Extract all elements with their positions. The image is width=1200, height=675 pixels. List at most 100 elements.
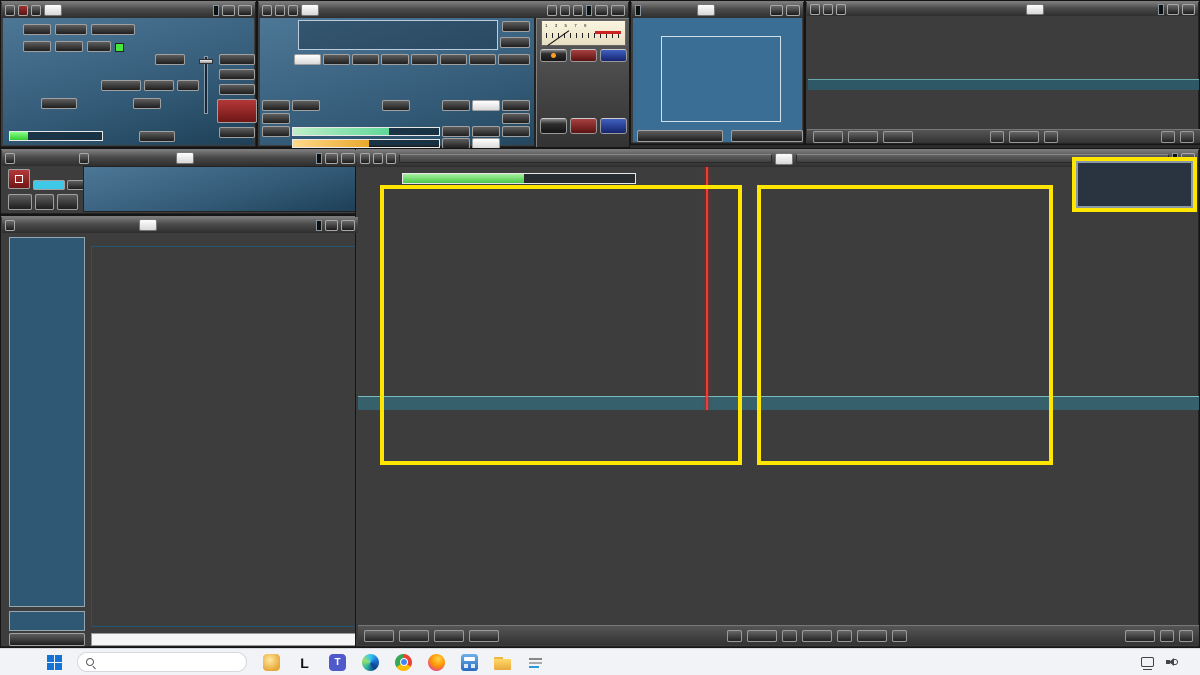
enter-key[interactable] <box>600 118 627 134</box>
dab-button[interactable] <box>177 80 199 91</box>
mainsp-freq-scale[interactable] <box>358 396 1199 410</box>
snip-tool-icon[interactable] <box>527 654 544 671</box>
mainsp-sp-button[interactable] <box>364 630 394 642</box>
screenshot-button[interactable] <box>386 153 396 164</box>
mctr-button[interactable] <box>560 5 570 16</box>
aux-sp-button[interactable] <box>813 131 843 143</box>
opt-button[interactable] <box>23 24 51 35</box>
aux-zoom-in-button[interactable] <box>1044 131 1058 143</box>
agc-off-button[interactable] <box>442 126 470 137</box>
aux-zoom-out-button[interactable] <box>990 131 1004 143</box>
mainsp-spwf-button[interactable] <box>434 630 464 642</box>
scanner-minimize-button[interactable] <box>325 153 338 164</box>
qmr-button[interactable] <box>292 100 320 111</box>
mode-digital[interactable] <box>498 54 530 65</box>
clear-key[interactable] <box>570 118 597 134</box>
mainsp-sett-button[interactable] <box>360 153 370 164</box>
nch3-button[interactable] <box>502 100 530 111</box>
main-ma-button[interactable] <box>18 5 28 16</box>
mode-dsb[interactable] <box>411 54 438 65</box>
aux-info-button[interactable] <box>1161 131 1175 143</box>
mode-fm[interactable] <box>352 54 379 65</box>
volume-icon[interactable] <box>1166 657 1178 667</box>
eq-out-button[interactable] <box>500 37 530 48</box>
bias-t-button[interactable] <box>41 98 77 109</box>
lo-lock-button[interactable] <box>219 84 255 95</box>
sdruno-app-icon[interactable]: L <box>296 654 313 671</box>
agc-fast-button[interactable] <box>472 126 500 137</box>
calculator-icon[interactable] <box>461 654 478 671</box>
sbw-right-button[interactable] <box>892 630 907 642</box>
rx-sett-button[interactable] <box>262 5 272 16</box>
bands-button[interactable] <box>570 49 597 62</box>
scanner-close-button[interactable] <box>341 153 355 164</box>
chrome-icon[interactable] <box>395 654 412 671</box>
aux-fmaf-button[interactable] <box>836 4 846 15</box>
aux-minimize-button[interactable] <box>1167 4 1179 15</box>
mem-table[interactable] <box>91 246 357 627</box>
sp2-button[interactable] <box>55 41 83 52</box>
rf-gain-thumb[interactable] <box>199 59 213 64</box>
band-dot-button[interactable] <box>540 49 567 62</box>
rx-minimize-button[interactable] <box>595 5 608 16</box>
scheduler-button[interactable] <box>91 24 135 35</box>
nsoff-button[interactable] <box>472 100 500 111</box>
start-button[interactable] <box>46 654 63 671</box>
nch4-button[interactable] <box>502 113 530 124</box>
scan-range-button[interactable] <box>33 180 65 190</box>
main-plugins-button[interactable] <box>31 5 41 16</box>
rms-button[interactable] <box>502 21 530 32</box>
mainsp-spectrum[interactable] <box>358 167 1199 396</box>
mw-key[interactable] <box>540 118 567 134</box>
firefox-icon[interactable] <box>428 654 445 671</box>
search-input[interactable] <box>77 652 247 672</box>
rf-gain-track[interactable] <box>204 56 208 114</box>
scanner-stop-button[interactable] <box>8 169 30 189</box>
vfo-button[interactable] <box>802 630 832 642</box>
mode-lsb[interactable] <box>440 54 467 65</box>
add-lockout-button[interactable] <box>79 153 89 164</box>
mainsp-wf-button[interactable] <box>399 630 429 642</box>
load-plugins-button[interactable] <box>731 130 803 142</box>
mode-usb[interactable] <box>469 54 496 65</box>
store-button[interactable] <box>5 220 15 231</box>
aux-freq-scale[interactable] <box>808 79 1199 90</box>
scan-button[interactable] <box>55 24 87 35</box>
decimation-value[interactable] <box>155 54 185 65</box>
aux-waterfall[interactable] <box>808 90 1199 131</box>
if-mode-button[interactable] <box>133 98 161 109</box>
mainsp-resize-handle[interactable] <box>1179 630 1193 642</box>
stop-button[interactable] <box>217 99 257 123</box>
sp1-button[interactable] <box>23 41 51 52</box>
mainsp-info-button[interactable] <box>1160 630 1174 642</box>
frequency-display[interactable] <box>298 20 498 50</box>
nr-button[interactable] <box>442 100 470 111</box>
scanner-skip-button[interactable] <box>57 194 78 210</box>
mwfm-button[interactable] <box>144 80 174 91</box>
aux-close-button[interactable] <box>1182 4 1195 15</box>
save-ws-button[interactable] <box>139 131 175 142</box>
mem-minimize-button[interactable] <box>325 220 338 231</box>
zoom-out-button[interactable] <box>727 630 742 642</box>
store-profile-button[interactable] <box>9 633 85 646</box>
mainsp-close-button[interactable] <box>1181 153 1195 164</box>
cwafc-button[interactable] <box>382 100 410 111</box>
del-vrx-button[interactable] <box>219 69 255 80</box>
rx-close-button[interactable] <box>611 5 625 16</box>
aux-wf-button[interactable] <box>848 131 878 143</box>
sbw-left-button[interactable] <box>837 630 852 642</box>
aux-sett-button[interactable] <box>810 4 820 15</box>
rsyn1-button[interactable] <box>547 5 557 16</box>
add-vrx-button[interactable] <box>219 54 255 65</box>
mode-sam[interactable] <box>323 54 350 65</box>
conso-button[interactable] <box>469 630 499 642</box>
sqlc-level-bar[interactable] <box>292 127 440 136</box>
mainsp-waterfall[interactable] <box>358 410 1199 625</box>
tctr-button[interactable] <box>573 5 583 16</box>
sqlc-thr-button[interactable] <box>1125 630 1155 642</box>
sqlc-button[interactable] <box>262 126 290 137</box>
pwr-snr-csv-button[interactable] <box>373 153 383 164</box>
mem-close-button[interactable] <box>341 220 355 231</box>
rx-exw-button[interactable] <box>288 5 298 16</box>
main-minimize-button[interactable] <box>222 5 235 16</box>
